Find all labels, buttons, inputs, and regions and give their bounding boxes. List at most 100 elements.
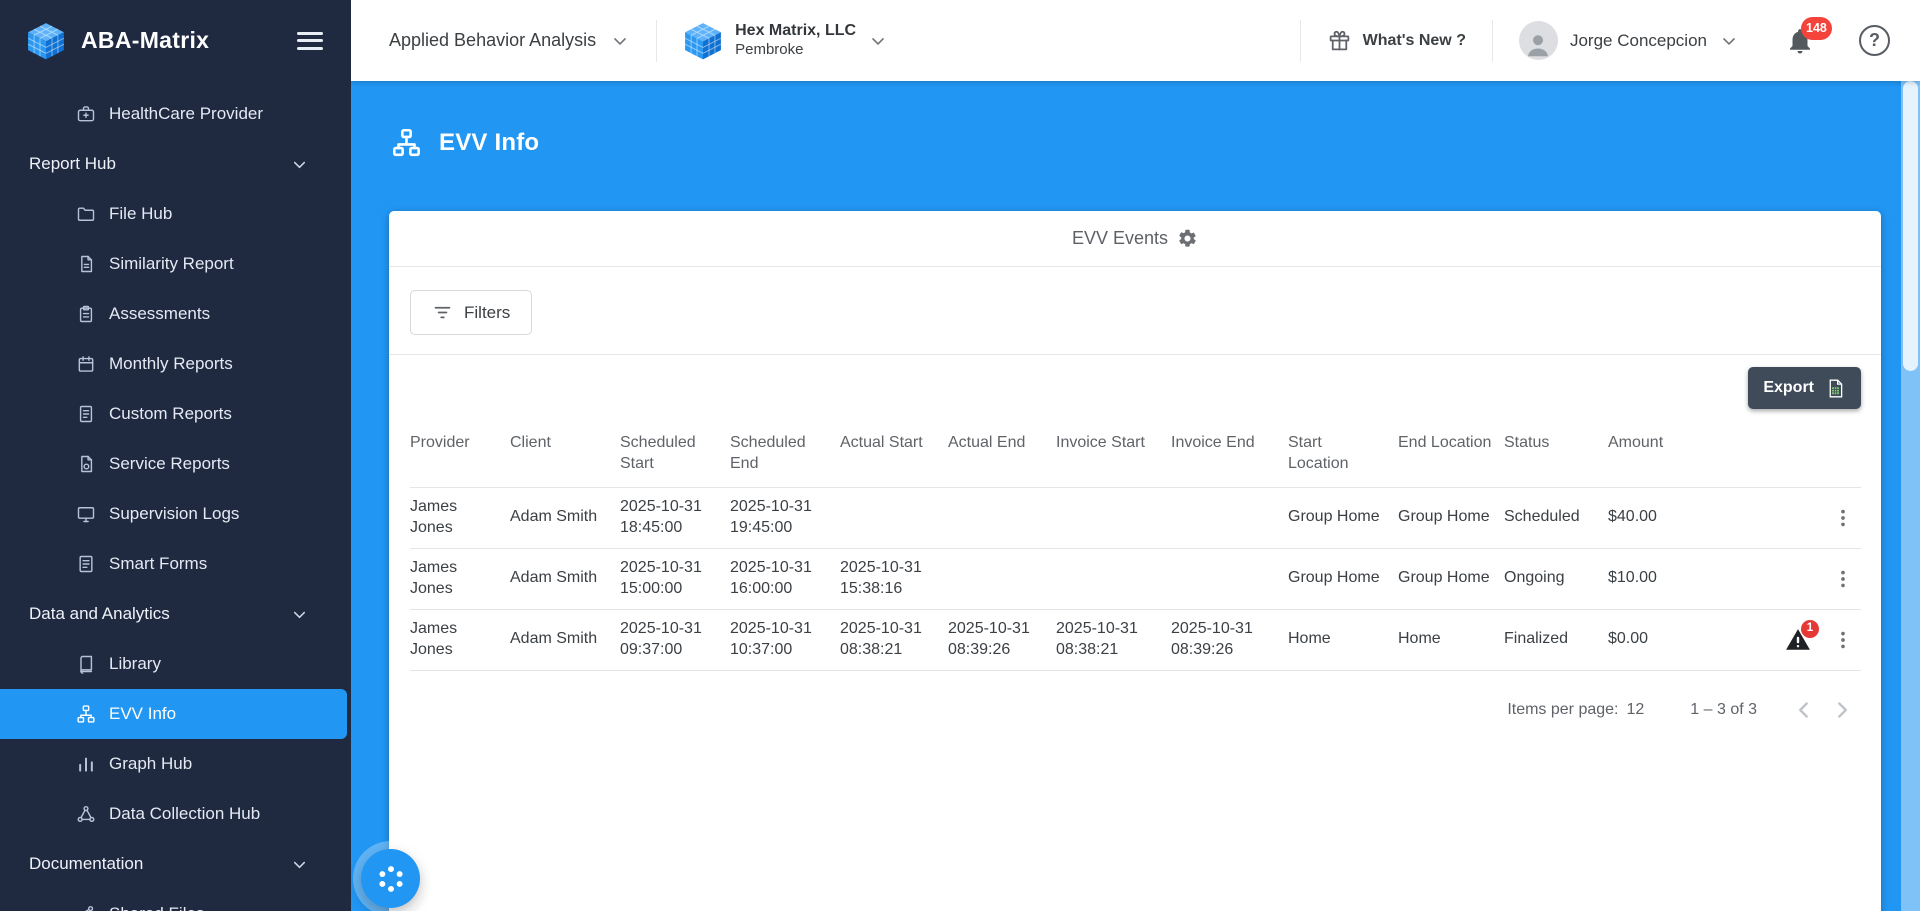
sidebar-item-label: Service Reports: [109, 454, 230, 473]
sidebar-item-smart-forms[interactable]: Smart Forms: [0, 539, 351, 589]
column-header-provider: Provider: [410, 419, 510, 488]
sidebar-item-data-collection-hub[interactable]: Data Collection Hub: [0, 789, 351, 839]
notifications-button[interactable]: 148: [1785, 16, 1832, 56]
scrollbar-thumb[interactable]: [1903, 81, 1918, 371]
cell-client: Adam Smith: [510, 609, 620, 671]
sidebar-group-documentation[interactable]: Documentation: [0, 839, 351, 889]
next-page-button[interactable]: [1823, 691, 1861, 729]
sidebar-item-label: File Hub: [109, 204, 173, 223]
main-content: EVV Info EVV Events Filters Export Provi…: [351, 81, 1920, 911]
cell-amount: $40.00: [1608, 487, 1724, 549]
column-header-scheduled-end: Scheduled End: [730, 419, 840, 488]
csv-file-icon: [1825, 378, 1846, 399]
filters-label: Filters: [464, 302, 511, 322]
cell-invoice-end: [1171, 548, 1288, 610]
settings-gear-icon[interactable]: [1177, 228, 1198, 249]
help-button[interactable]: ?: [1859, 25, 1890, 56]
sidebar-header: ABA-Matrix: [0, 0, 351, 81]
menu-toggle-button[interactable]: [297, 27, 323, 54]
cell-scheduled-start: 2025-10-31 15:00:00: [620, 548, 730, 610]
page-header: EVV Info: [391, 127, 539, 158]
row-menu-button[interactable]: [1829, 565, 1857, 593]
app-title: ABA-Matrix: [81, 27, 210, 53]
cell-amount: $0.00: [1608, 609, 1724, 671]
sidebar-item-evv-info[interactable]: EVV Info: [0, 689, 347, 739]
column-header-start-location: Start Location: [1288, 419, 1398, 488]
divider: [1299, 19, 1301, 62]
table-header-row: Provider Client Scheduled Start Schedule…: [410, 419, 1861, 488]
user-menu[interactable]: Jorge Concepcion: [1518, 21, 1739, 60]
sidebar-group-report-hub[interactable]: Report Hub: [0, 139, 351, 189]
paginator: Items per page: 12 1 – 3 of 3: [410, 691, 1861, 729]
user-name: Jorge Concepcion: [1569, 30, 1707, 50]
cell-status: Ongoing: [1504, 548, 1608, 610]
app-logo-icon: [26, 21, 66, 61]
sidebar-item-custom-reports[interactable]: Custom Reports: [0, 389, 351, 439]
items-per-page-select[interactable]: 12: [1626, 701, 1644, 719]
folder-icon: [76, 204, 96, 224]
row-menu-button[interactable]: [1829, 504, 1857, 532]
previous-page-button[interactable]: [1785, 691, 1823, 729]
sidebar-item-label: Data Collection Hub: [109, 804, 261, 823]
sidebar-item-label: Library: [109, 654, 161, 673]
sidebar-group-label: Report Hub: [29, 154, 116, 173]
chevron-down-icon: [868, 31, 888, 51]
sidebar-item-assessments[interactable]: Assessments: [0, 289, 351, 339]
column-header-invoice-end: Invoice End: [1171, 419, 1288, 488]
cell-start-location: Home: [1288, 609, 1398, 671]
column-header-actual-end: Actual End: [948, 419, 1056, 488]
book-icon: [76, 654, 96, 674]
sidebar-item-monthly-reports[interactable]: Monthly Reports: [0, 339, 351, 389]
table-row: James Jones Adam Smith 2025-10-31 09:37:…: [410, 609, 1861, 671]
form-icon: [76, 554, 96, 574]
cell-scheduled-start: 2025-10-31 09:37:00: [620, 609, 730, 671]
column-header-invoice-start: Invoice Start: [1056, 419, 1171, 488]
sidebar-item-label: HealthCare Provider: [109, 104, 264, 123]
filters-button[interactable]: Filters: [410, 290, 533, 335]
sidebar-item-supervision-logs[interactable]: Supervision Logs: [0, 489, 351, 539]
sidebar-item-graph-hub[interactable]: Graph Hub: [0, 739, 351, 789]
tab-evv-events[interactable]: EVV Events: [389, 211, 1881, 267]
cell-invoice-start: 2025-10-31 08:38:21: [1056, 609, 1171, 671]
notification-badge: 148: [1801, 16, 1832, 40]
cell-provider: James Jones: [410, 548, 510, 610]
sidebar-item-similarity-report[interactable]: Similarity Report: [0, 239, 351, 289]
export-button[interactable]: Export: [1748, 367, 1861, 409]
scrollbar-track[interactable]: [1901, 81, 1920, 911]
cell-client: Adam Smith: [510, 548, 620, 610]
monitor-icon: [76, 504, 96, 524]
warning-icon[interactable]: 1: [1785, 619, 1819, 653]
table-row: James Jones Adam Smith 2025-10-31 15:00:…: [410, 548, 1861, 610]
sidebar-item-label: Shared Files: [109, 904, 204, 911]
page-title: EVV Info: [439, 128, 540, 156]
theme-palette-fab[interactable]: [361, 849, 420, 908]
chevron-down-icon: [290, 605, 309, 624]
cell-end-location: Home: [1398, 609, 1504, 671]
cell-scheduled-end: 2025-10-31 16:00:00: [730, 548, 840, 610]
column-header-scheduled-start: Scheduled Start: [620, 419, 730, 488]
avatar: [1518, 21, 1558, 60]
document-icon: [76, 254, 96, 274]
cell-status: Finalized: [1504, 609, 1608, 671]
context-selector[interactable]: Applied Behavior Analysis: [389, 30, 630, 51]
chevron-down-icon: [610, 31, 630, 51]
sidebar-item-label: Supervision Logs: [109, 504, 240, 523]
sidebar-item-file-hub[interactable]: File Hub: [0, 189, 351, 239]
sidebar-item-healthcare-provider[interactable]: HealthCare Provider: [0, 89, 351, 139]
cell-actual-end: [948, 548, 1056, 610]
sidebar-nav: HealthCare Provider Report Hub File Hub …: [0, 81, 351, 911]
sitemap-icon: [76, 704, 96, 724]
cell-scheduled-end: 2025-10-31 19:45:00: [730, 487, 840, 549]
topbar: Applied Behavior Analysis Hex Matrix, LL…: [351, 0, 1920, 81]
sidebar-group-data-and-analytics[interactable]: Data and Analytics: [0, 589, 351, 639]
cell-end-location: Group Home: [1398, 487, 1504, 549]
cell-end-location: Group Home: [1398, 548, 1504, 610]
cell-actual-start: 2025-10-31 08:38:21: [840, 609, 948, 671]
row-menu-button[interactable]: [1829, 626, 1857, 654]
sidebar-item-shared-files[interactable]: Shared Files: [0, 889, 351, 911]
sidebar-item-library[interactable]: Library: [0, 639, 351, 689]
sidebar-item-service-reports[interactable]: Service Reports: [0, 439, 351, 489]
whats-new-button[interactable]: What's New ?: [1327, 28, 1466, 53]
divider: [1491, 19, 1493, 62]
organization-selector[interactable]: Hex Matrix, LLC Pembroke: [683, 21, 888, 61]
